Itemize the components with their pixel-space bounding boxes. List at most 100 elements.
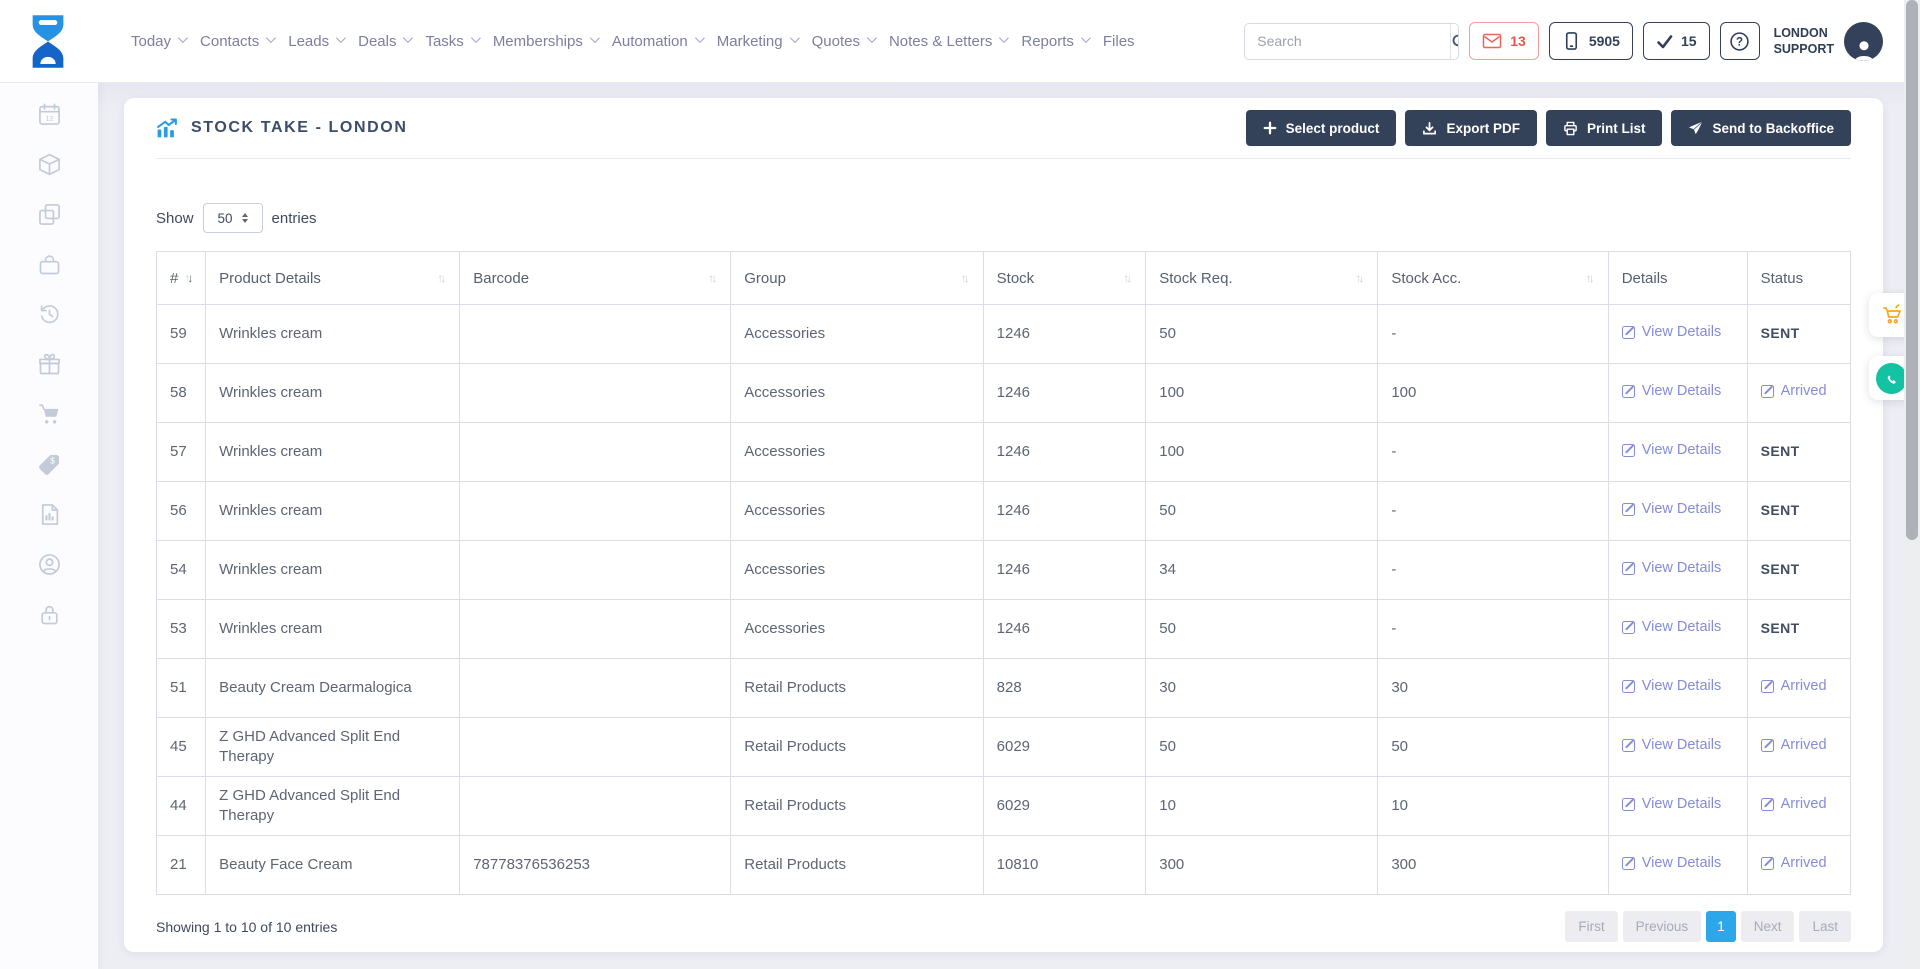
pagination-previous[interactable]: Previous: [1623, 911, 1702, 942]
col-header-product-details[interactable]: Product Details↑↓: [206, 252, 460, 305]
nav-item-reports[interactable]: Reports: [1021, 29, 1088, 54]
pagination-last[interactable]: Last: [1799, 911, 1851, 942]
cube-icon: [36, 151, 63, 178]
sidebar-item-lock[interactable]: [35, 600, 63, 628]
nav-item-today[interactable]: Today: [131, 29, 185, 54]
pagination-first[interactable]: First: [1565, 911, 1617, 942]
nav-item-memberships[interactable]: Memberships: [493, 29, 597, 54]
arrived-link[interactable]: Arrived: [1761, 677, 1827, 697]
svg-text:?: ?: [1736, 36, 1743, 48]
arrived-link[interactable]: Arrived: [1761, 736, 1827, 756]
page-scrollbar[interactable]: [1904, 0, 1920, 969]
sort-icon: ↑↓: [437, 271, 446, 285]
nav-item-files[interactable]: Files: [1103, 29, 1135, 54]
cell-id: 57: [157, 423, 206, 482]
tasks-count: 15: [1681, 33, 1697, 49]
sidebar-item-history[interactable]: [35, 300, 63, 328]
table-row: 45 Z GHD Advanced Split End Therapy Reta…: [157, 718, 1851, 777]
entries-summary: Showing 1 to 10 of 10 entries: [156, 919, 337, 935]
cell-product: Wrinkles cream: [206, 364, 460, 423]
cell-stock-req: 300: [1146, 836, 1378, 895]
sidebar-item-reports[interactable]: [35, 500, 63, 528]
edit-icon: [1622, 385, 1635, 398]
cart-icon: [36, 401, 63, 428]
pagination-next[interactable]: Next: [1741, 911, 1795, 942]
check-icon: [1656, 34, 1673, 49]
nav-item-automation[interactable]: Automation: [612, 29, 702, 54]
select-product-button[interactable]: Select product: [1246, 110, 1397, 146]
nav-item-leads[interactable]: Leads: [288, 29, 343, 54]
table-row: 58 Wrinkles cream Accessories 1246 100 1…: [157, 364, 1851, 423]
edit-icon: [1622, 444, 1635, 457]
search-input[interactable]: [1245, 24, 1450, 59]
show-label: Show: [156, 210, 194, 227]
arrived-link[interactable]: Arrived: [1761, 795, 1827, 815]
export-pdf-button[interactable]: Export PDF: [1405, 110, 1537, 146]
sort-icon: ↑↓: [961, 271, 970, 285]
sidebar-item-copy[interactable]: [35, 200, 63, 228]
sidebar-item-price-tag[interactable]: $: [35, 450, 63, 478]
sidebar-item-account[interactable]: [35, 550, 63, 578]
cell-stock-acc: 10: [1378, 777, 1608, 836]
view-details-link[interactable]: View Details: [1622, 854, 1722, 874]
cell-stock-req: 50: [1146, 600, 1378, 659]
send-to-backoffice-button[interactable]: Send to Backoffice: [1671, 110, 1851, 146]
view-details-link[interactable]: View Details: [1622, 559, 1722, 579]
sidebar-item-calendar[interactable]: 12: [35, 100, 63, 128]
view-details-link[interactable]: View Details: [1622, 382, 1722, 402]
lock-icon: [36, 601, 63, 628]
print-list-button[interactable]: Print List: [1546, 110, 1663, 146]
view-details-link[interactable]: View Details: [1622, 677, 1722, 697]
sidebar-item-gift[interactable]: [35, 350, 63, 378]
chevron-down-icon: [178, 33, 188, 43]
view-details-link[interactable]: View Details: [1622, 795, 1722, 815]
col-header-barcode[interactable]: Barcode↑↓: [460, 252, 731, 305]
page-length-select[interactable]: 50: [203, 203, 263, 233]
messages-badge[interactable]: 13: [1469, 22, 1539, 60]
cell-stock-req: 100: [1146, 423, 1378, 482]
app-logo-icon[interactable]: [26, 13, 70, 70]
arrived-link[interactable]: Arrived: [1761, 854, 1827, 874]
col-header-stock-req[interactable]: Stock Req.↑↓: [1146, 252, 1378, 305]
view-details-link[interactable]: View Details: [1622, 736, 1722, 756]
nav-item-marketing[interactable]: Marketing: [717, 29, 797, 54]
cell-id: 51: [157, 659, 206, 718]
view-details-link[interactable]: View Details: [1622, 500, 1722, 520]
view-details-link[interactable]: View Details: [1622, 323, 1722, 343]
table-row: 56 Wrinkles cream Accessories 1246 50 - …: [157, 482, 1851, 541]
sidebar-item-products[interactable]: [35, 150, 63, 178]
col-header-id[interactable]: #↑↓: [157, 252, 206, 305]
arrived-link[interactable]: Arrived: [1761, 382, 1827, 402]
cell-stock-acc: -: [1378, 482, 1608, 541]
sidebar-item-cart[interactable]: [35, 400, 63, 428]
scrollbar-thumb[interactable]: [1906, 0, 1918, 540]
chevron-down-icon: [336, 33, 346, 43]
pagination-page-1[interactable]: 1: [1706, 911, 1736, 942]
help-button[interactable]: ?: [1720, 22, 1760, 60]
col-header-stock-acc[interactable]: Stock Acc.↑↓: [1378, 252, 1608, 305]
cell-product: Z GHD Advanced Split End Therapy: [206, 777, 460, 836]
messages-count: 13: [1510, 33, 1526, 49]
sort-icon: ↑↓: [184, 271, 193, 285]
cell-group: Retail Products: [731, 659, 983, 718]
cell-product: Beauty Face Cream: [206, 836, 460, 895]
tasks-badge[interactable]: 15: [1643, 22, 1710, 60]
view-details-link[interactable]: View Details: [1622, 441, 1722, 461]
search-button[interactable]: [1450, 24, 1459, 59]
history-icon: [36, 301, 63, 328]
cell-barcode: [460, 305, 731, 364]
chevron-down-icon: [266, 33, 276, 43]
nav-item-contacts[interactable]: Contacts: [200, 29, 273, 54]
view-details-link[interactable]: View Details: [1622, 618, 1722, 638]
col-header-group[interactable]: Group↑↓: [731, 252, 983, 305]
sidebar-item-basket[interactable]: [35, 250, 63, 278]
nav-item-deals[interactable]: Deals: [358, 29, 410, 54]
nav-item-tasks[interactable]: Tasks: [425, 29, 477, 54]
col-header-stock[interactable]: Stock↑↓: [983, 252, 1146, 305]
nav-item-quotes[interactable]: Quotes: [812, 29, 874, 54]
avatar[interactable]: [1844, 22, 1883, 61]
spinner-arrows-icon: [242, 213, 248, 224]
nav-item-notes-letters[interactable]: Notes & Letters: [889, 29, 1006, 54]
calls-badge[interactable]: 5905: [1549, 22, 1633, 60]
cell-product: Wrinkles cream: [206, 541, 460, 600]
